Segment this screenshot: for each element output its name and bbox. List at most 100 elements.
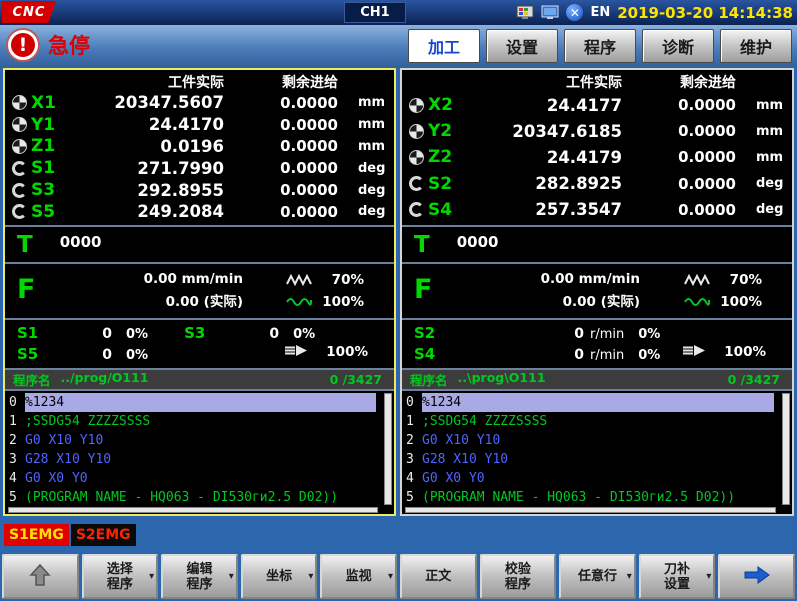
softkey-any-line[interactable]: 任意行▾ bbox=[559, 554, 636, 599]
axis-row-s1: S1271.79900.0000deg bbox=[5, 158, 394, 179]
code-line-number: 4 bbox=[406, 469, 419, 488]
spindle-speed-value: 0 bbox=[454, 347, 584, 363]
axis-name: X2 bbox=[428, 95, 472, 115]
program-name-label: 程序名 bbox=[13, 370, 51, 389]
emg-badge-s1emg: S1EMG bbox=[4, 524, 69, 546]
code-line-text: %1234 bbox=[422, 393, 774, 412]
emergency-stop-icon: ! bbox=[8, 30, 38, 60]
tab-program[interactable]: 程序 bbox=[564, 29, 636, 63]
code-line[interactable]: 1;SSDG54 ZZZZSSSS bbox=[9, 412, 378, 431]
axis-name: Y2 bbox=[428, 121, 472, 141]
main-tabs: 加工设置程序诊断维护 bbox=[408, 29, 792, 63]
axis-unit: deg bbox=[352, 204, 394, 219]
code-line[interactable]: 0%1234 bbox=[9, 393, 378, 412]
axis-unit: deg bbox=[750, 202, 792, 217]
axis-remaining-value: 0.0000 bbox=[638, 148, 750, 166]
spindle-speed-unit: r/min bbox=[590, 348, 624, 363]
channel-2-panel[interactable]: 工件实际 剩余进给 X224.41770.0000mmY220347.61850… bbox=[400, 68, 794, 516]
code-line-number: 2 bbox=[9, 431, 22, 450]
softkey-text[interactable]: 正文 bbox=[400, 554, 477, 599]
rotary-axis-icon bbox=[409, 202, 424, 217]
feed-override-value: 70% bbox=[730, 272, 762, 288]
tool-display: T 0000 bbox=[5, 227, 394, 263]
axis-unit: deg bbox=[352, 161, 394, 176]
feed-actual-value: 0.00 (实际) bbox=[93, 291, 243, 314]
code-line[interactable]: 2G0 X10 Y10 bbox=[406, 431, 776, 450]
tab-diagnosis[interactable]: 诊断 bbox=[642, 29, 714, 63]
code-line[interactable]: 5(PROGRAM NAME - HQ063 - DI530ги2.5 D02)… bbox=[9, 488, 378, 507]
code-line[interactable]: 3G28 X10 Y10 bbox=[9, 450, 378, 469]
horizontal-scrollbar[interactable] bbox=[405, 507, 776, 513]
axis-row-s5: S5249.20840.0000deg bbox=[5, 201, 394, 222]
close-icon[interactable]: ✕ bbox=[566, 4, 583, 21]
code-line[interactable]: 4G0 X0 Y0 bbox=[9, 469, 378, 488]
axis-row-s2: S2282.89250.0000deg bbox=[402, 173, 792, 194]
softkey-coordinates[interactable]: 坐标▾ bbox=[241, 554, 318, 599]
axis-unit: deg bbox=[750, 176, 792, 191]
tab-machining[interactable]: 加工 bbox=[408, 29, 480, 63]
axis-remaining-value: 0.0000 bbox=[638, 122, 750, 140]
code-line-number: 4 bbox=[9, 469, 22, 488]
code-line[interactable]: 3G28 X10 Y10 bbox=[406, 450, 776, 469]
softkey-verify-program[interactable]: 校验 程序 bbox=[480, 554, 557, 599]
screenshot-icon[interactable] bbox=[516, 5, 534, 20]
softkey-label: 选择 程序 bbox=[107, 562, 133, 592]
feed-override-icon bbox=[286, 271, 312, 290]
code-line-number: 1 bbox=[9, 412, 22, 431]
axis-actual-value: 24.4170 bbox=[75, 115, 240, 134]
program-code-view: 0%12341;SSDG54 ZZZZSSSS2G0 X10 Y103G28 X… bbox=[402, 391, 792, 514]
rotary-axis-icon bbox=[12, 161, 27, 176]
program-line-counter: 0 /3427 bbox=[728, 372, 780, 387]
column-remain-label: 剩余进给 bbox=[240, 72, 352, 92]
spindle-load-percent: 0% bbox=[638, 327, 660, 342]
softkey-tool-comp[interactable]: 刀补 设置▾ bbox=[639, 554, 716, 599]
rotary-axis-icon bbox=[12, 183, 27, 198]
softkey-return[interactable] bbox=[2, 554, 79, 599]
spindle-speed-value: 0 bbox=[454, 326, 584, 342]
spindle-override-icon bbox=[283, 342, 308, 361]
program-bar: 程序名 ..\prog\O111 0 /3427 bbox=[402, 370, 792, 389]
vertical-scrollbar[interactable] bbox=[782, 393, 790, 505]
channel-1-panel[interactable]: 工件实际 剩余进给 X120347.56070.0000mmY124.41700… bbox=[3, 68, 396, 516]
code-line[interactable]: 5(PROGRAM NAME - HQ063 - DI530ги2.5 D02)… bbox=[406, 488, 776, 507]
monitor-icon[interactable] bbox=[541, 5, 559, 20]
axis-actual-value: 249.2084 bbox=[75, 202, 240, 221]
spindle-load-percent: 0% bbox=[293, 327, 315, 342]
axis-row-y1: Y124.41700.0000mm bbox=[5, 114, 394, 135]
dropdown-arrow-icon: ▾ bbox=[388, 568, 393, 583]
horizontal-scrollbar[interactable] bbox=[8, 507, 378, 513]
code-line-number: 0 bbox=[406, 393, 419, 412]
softkey-edit-program[interactable]: 编辑 程序▾ bbox=[161, 554, 238, 599]
tab-settings[interactable]: 设置 bbox=[486, 29, 558, 63]
code-line[interactable]: 4G0 X0 Y0 bbox=[406, 469, 776, 488]
channel-indicator[interactable]: CH1 bbox=[344, 2, 406, 23]
feed-override-value: 70% bbox=[332, 272, 364, 288]
code-line-number: 0 bbox=[9, 393, 22, 412]
tab-maintenance[interactable]: 维护 bbox=[720, 29, 792, 63]
softkey-monitor[interactable]: 监视▾ bbox=[320, 554, 397, 599]
code-line[interactable]: 1;SSDG54 ZZZZSSSS bbox=[406, 412, 776, 431]
spindle-name: S2 bbox=[414, 324, 454, 342]
code-line[interactable]: 2G0 X10 Y10 bbox=[9, 431, 378, 450]
code-line-number: 5 bbox=[406, 488, 419, 507]
axis-actual-value: 292.8955 bbox=[75, 181, 240, 200]
code-line[interactable]: 0%1234 bbox=[406, 393, 776, 412]
softkey-label: 编辑 程序 bbox=[186, 562, 212, 592]
alarm-status: ! 急停 bbox=[8, 30, 90, 60]
softkey-label: 刀补 设置 bbox=[664, 562, 690, 592]
axis-row-z1: Z10.01960.0000mm bbox=[5, 136, 394, 157]
emg-badge-s2emg: S2EMG bbox=[71, 524, 136, 546]
feed-label: F bbox=[17, 274, 35, 305]
vertical-scrollbar[interactable] bbox=[384, 393, 392, 505]
softkey-next-page[interactable] bbox=[718, 554, 795, 599]
tool-number: 0000 bbox=[457, 233, 499, 251]
softkey-select-program[interactable]: 选择 程序▾ bbox=[82, 554, 159, 599]
spindle-name: S4 bbox=[414, 345, 454, 363]
axis-unit: mm bbox=[352, 117, 394, 132]
brand-logo: CNC bbox=[2, 1, 56, 23]
rapid-override-icon bbox=[286, 293, 312, 312]
axis-unit: mm bbox=[750, 124, 792, 139]
language-indicator[interactable]: EN bbox=[590, 5, 610, 20]
axis-remaining-value: 0.0000 bbox=[240, 203, 352, 221]
rapid-override-icon bbox=[684, 293, 710, 312]
